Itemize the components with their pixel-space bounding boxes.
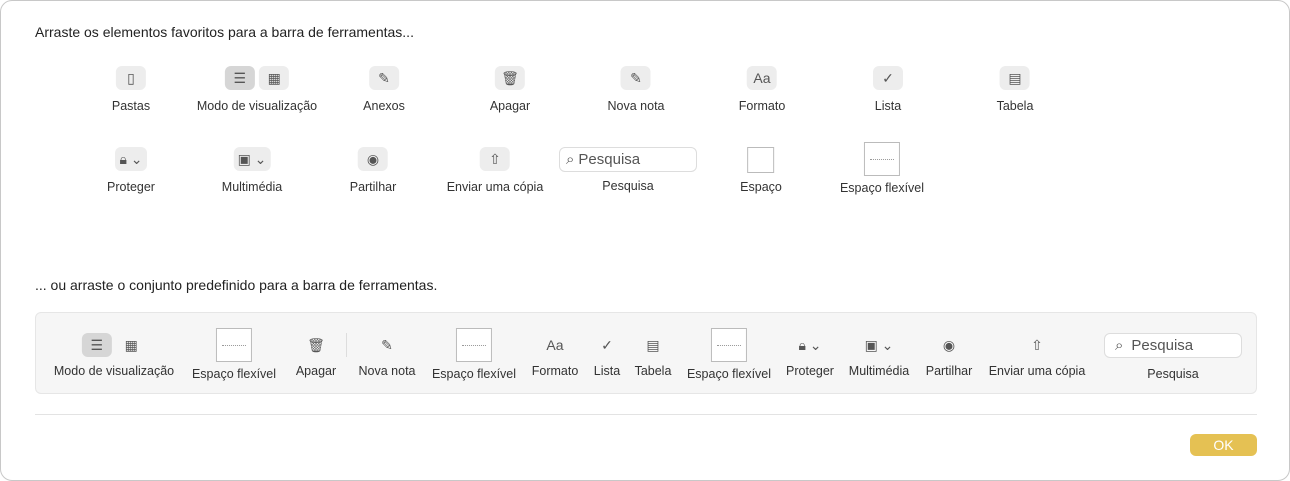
divider	[35, 414, 1257, 415]
lock-icon: 🔒︎ ⌄	[798, 336, 822, 353]
item-enviar-copia[interactable]: ⇧ Enviar uma cópia	[446, 147, 544, 194]
label: Nova nota	[358, 364, 416, 378]
label: Espaço	[740, 180, 782, 194]
trash-icon: 🗑︎	[495, 66, 525, 90]
label: Lista	[874, 99, 902, 113]
flexible-space-box	[710, 328, 747, 362]
default-tabela: ▤ Tabela	[634, 333, 672, 379]
search-field: ⌕ Pesquisa	[1104, 333, 1242, 358]
attachment-icon: ✎	[368, 66, 399, 90]
label: Enviar uma cópia	[446, 180, 544, 194]
item-espaco-flexivel[interactable]: Espaço flexível	[840, 142, 924, 195]
item-partilhar[interactable]: ◉ Partilhar	[349, 147, 397, 194]
label: Formato	[531, 364, 579, 378]
label: Formato	[738, 99, 786, 113]
label: Enviar uma cópia	[988, 364, 1086, 378]
label: Proteger	[107, 180, 155, 194]
item-apagar[interactable]: 🗑︎ Apagar	[490, 66, 530, 113]
item-espaco[interactable]: Espaço	[740, 147, 782, 194]
share-person-icon: ◉	[942, 336, 956, 353]
label: Espaço flexível	[839, 181, 925, 195]
share-person-icon: ◉	[357, 147, 388, 171]
label: Modo de visualização	[53, 364, 175, 378]
trash-icon: 🗑︎	[307, 336, 325, 353]
item-formato[interactable]: Aa Formato	[738, 66, 786, 113]
label: Multimédia	[221, 180, 283, 194]
checklist-icon: ✓	[873, 66, 903, 90]
heading-default-set: ... ou arraste o conjunto predefinido pa…	[35, 277, 438, 293]
default-modo: ☰ ▦ Modo de visualização	[54, 333, 174, 378]
grid-icon: ▦	[124, 336, 138, 353]
list-icon: ☰	[224, 66, 255, 90]
media-icon: ▣ ⌄	[233, 147, 271, 171]
heading-favorites: Arraste os elementos favoritos para a ba…	[35, 24, 414, 40]
label: Apagar	[489, 99, 531, 113]
item-modo-visualizacao[interactable]: ☰ ▦ Modo de visualização	[197, 66, 317, 113]
label: Pastas	[111, 99, 151, 113]
default-espaco-flexivel: Espaço flexível	[687, 328, 771, 381]
label: Tabela	[996, 99, 1034, 113]
label: Tabela	[634, 364, 672, 378]
share-icon: ⇧	[1031, 336, 1043, 353]
default-proteger: 🔒︎ ⌄ Proteger	[786, 333, 834, 379]
label: Espaço flexível	[191, 367, 277, 381]
label: Pesquisa	[602, 179, 654, 193]
item-anexos[interactable]: ✎ Anexos	[363, 66, 405, 113]
default-pesquisa: ⌕ Pesquisa Pesquisa	[1104, 333, 1242, 381]
label: Espaço flexível	[686, 367, 772, 381]
separator	[346, 333, 347, 357]
default-apagar: 🗑︎ Apagar	[295, 333, 337, 379]
item-pesquisa[interactable]: ⌕ Pesquisa Pesquisa	[559, 147, 697, 193]
space-box	[747, 147, 775, 173]
grid-icon: ▦	[259, 66, 290, 90]
lock-icon: 🔒︎ ⌄	[115, 147, 147, 171]
share-icon: ⇧	[479, 147, 510, 171]
search-icon: ⌕	[1115, 337, 1124, 354]
label: Anexos	[363, 99, 405, 113]
checklist-icon: ✓	[601, 336, 613, 353]
item-tabela[interactable]: ▤ Tabela	[996, 66, 1034, 113]
search-field: ⌕ Pesquisa	[559, 147, 697, 172]
label: Espaço flexível	[431, 367, 517, 381]
search-placeholder: Pesquisa	[578, 151, 641, 168]
default-multimedia: ▣ ⌄ Multimédia	[848, 333, 910, 379]
flexible-space-box	[455, 328, 492, 362]
label: Pesquisa	[1147, 367, 1199, 381]
label: Proteger	[786, 364, 834, 378]
default-formato: Aa Formato	[532, 333, 579, 378]
default-espaco-flexivel: Espaço flexível	[192, 328, 276, 381]
search-icon: ⌕	[566, 151, 575, 168]
default-partilhar: ◉ Partilhar	[925, 333, 973, 379]
sidebar-icon: ▯	[116, 66, 146, 90]
item-lista[interactable]: ✓ Lista	[873, 66, 903, 113]
label: Partilhar	[925, 364, 973, 378]
customize-toolbar-sheet: Arraste os elementos favoritos para a ba…	[0, 0, 1290, 481]
compose-icon: ✎	[381, 336, 393, 353]
table-icon: ▤	[646, 336, 660, 353]
list-icon: ☰	[81, 333, 112, 357]
item-proteger[interactable]: 🔒︎ ⌄ Proteger	[107, 147, 155, 194]
label: Modo de visualização	[196, 99, 318, 113]
compose-icon: ✎	[620, 66, 651, 90]
flexible-space-box	[863, 142, 900, 176]
default-enviar-copia: ⇧ Enviar uma cópia	[988, 333, 1086, 379]
label: Multimédia	[848, 364, 910, 378]
label: Lista	[593, 364, 621, 378]
format-icon: Aa	[546, 337, 564, 353]
item-nova-nota[interactable]: ✎ Nova nota	[607, 66, 665, 113]
ok-button[interactable]: OK	[1190, 434, 1257, 456]
label: Apagar	[295, 364, 337, 378]
label: Nova nota	[607, 99, 665, 113]
item-multimedia[interactable]: ▣ ⌄ Multimédia	[222, 147, 282, 194]
label: Partilhar	[349, 180, 397, 194]
media-icon: ▣ ⌄	[864, 336, 894, 353]
default-lista: ✓ Lista	[592, 333, 622, 379]
search-placeholder: Pesquisa	[1131, 337, 1194, 354]
default-espaco-flexivel: Espaço flexível	[432, 328, 516, 381]
item-pastas[interactable]: ▯ Pastas	[112, 66, 150, 113]
table-icon: ▤	[1000, 66, 1030, 90]
format-icon: Aa	[746, 66, 777, 90]
flexible-space-box	[215, 328, 252, 362]
default-nova-nota: ✎ Nova nota	[358, 333, 416, 379]
